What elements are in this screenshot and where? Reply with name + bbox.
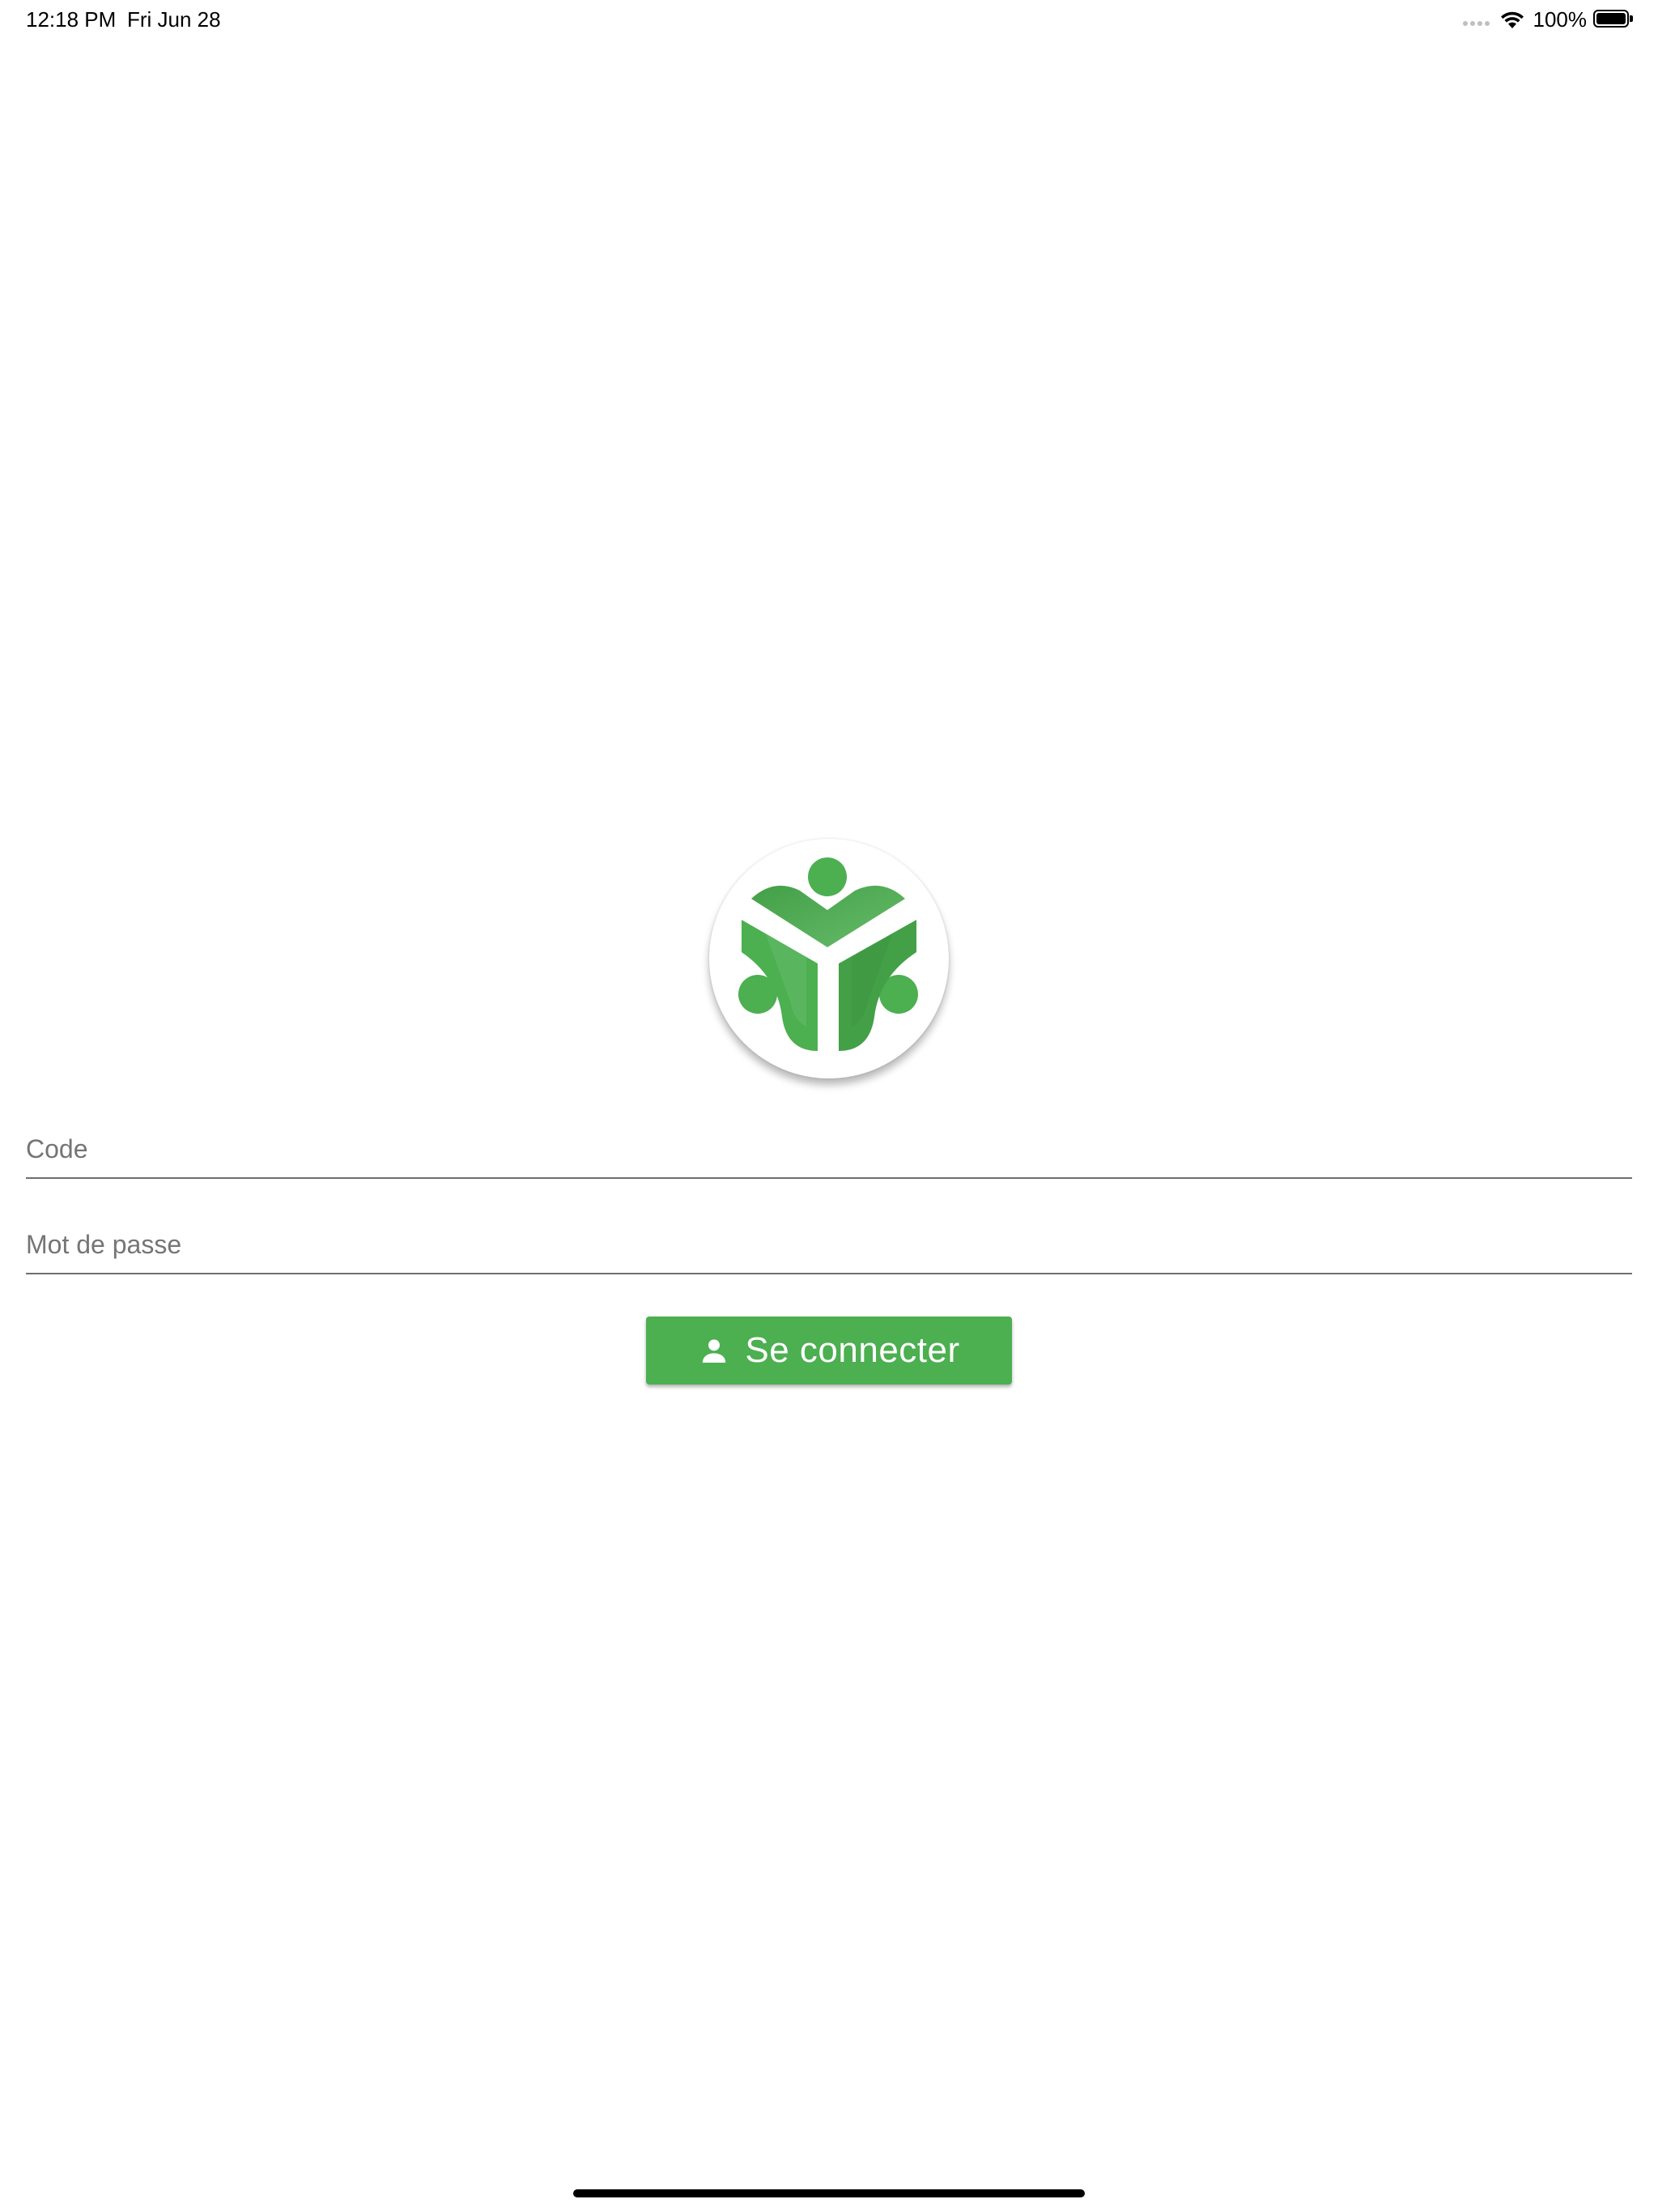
password-input[interactable] bbox=[26, 1216, 1632, 1273]
app-logo bbox=[709, 839, 949, 1078]
login-button-label: Se connecter bbox=[745, 1330, 960, 1370]
battery-icon bbox=[1593, 10, 1634, 29]
people-logo-icon bbox=[738, 857, 918, 1051]
wifi-icon bbox=[1500, 11, 1524, 28]
status-indicators: 100% bbox=[1462, 5, 1635, 34]
code-input[interactable] bbox=[26, 1121, 1632, 1177]
signal-dots-icon bbox=[1462, 21, 1490, 26]
status-time: 12:18 PM bbox=[26, 7, 117, 32]
person-icon bbox=[703, 1339, 726, 1363]
login-button[interactable]: Se connecter bbox=[646, 1317, 1012, 1385]
battery-percent: 100% bbox=[1533, 6, 1588, 32]
password-field[interactable] bbox=[26, 1216, 1632, 1274]
status-date: Fri Jun 28 bbox=[127, 7, 221, 32]
login-screen: 12:18 PM Fri Jun 28 100% Code Se connect… bbox=[0, 0, 1658, 2212]
code-field[interactable] bbox=[26, 1121, 1632, 1179]
status-bar: 12:18 PM Fri Jun 28 100% bbox=[0, 0, 1658, 39]
home-indicator[interactable] bbox=[573, 2189, 1085, 2197]
